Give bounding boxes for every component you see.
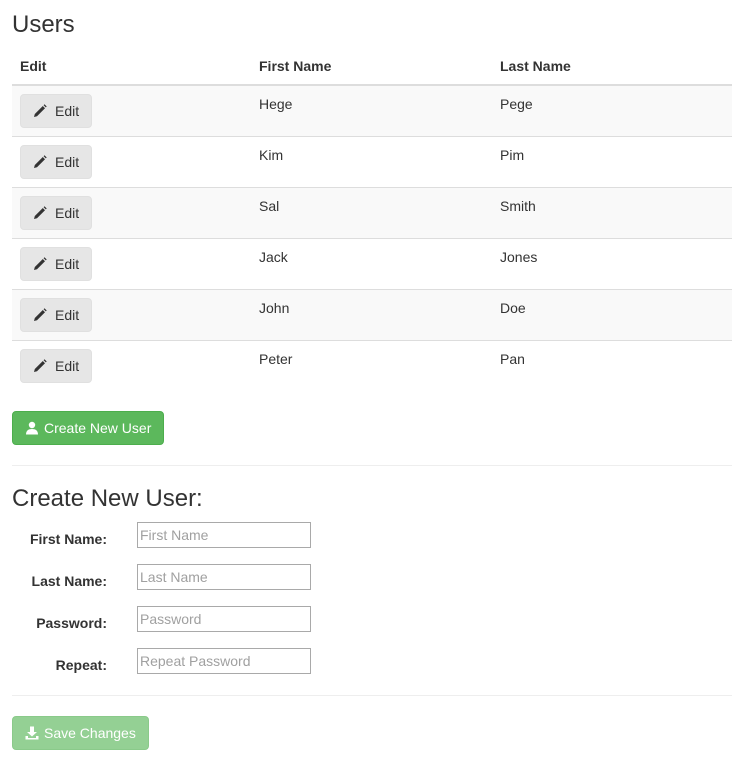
column-header-last-name: Last Name xyxy=(492,47,732,86)
last-name-cell: Pim xyxy=(492,135,732,187)
page-title: Users xyxy=(12,11,75,38)
repeat-password-label: Repeat: xyxy=(55,657,107,673)
table-row: Edit Sal Smith xyxy=(12,186,732,238)
pencil-icon xyxy=(34,307,47,321)
edit-cell: Edit xyxy=(12,288,251,340)
save-changes-label: Save Changes xyxy=(44,725,136,741)
first-name-label: First Name: xyxy=(29,531,107,547)
edit-button[interactable]: Edit xyxy=(20,297,93,332)
first-name-cell: Peter xyxy=(251,339,492,391)
column-header-edit: Edit xyxy=(12,47,251,86)
last-name-input[interactable] xyxy=(137,564,311,590)
last-name-cell: Doe xyxy=(492,288,732,340)
edit-button[interactable]: Edit xyxy=(20,246,93,281)
pencil-icon xyxy=(34,104,47,117)
last-name-label: Last Name: xyxy=(31,573,107,589)
repeat-password-row: Repeat: xyxy=(12,648,332,674)
first-name-cell: Kim xyxy=(251,135,492,187)
first-name-row: First Name: xyxy=(12,522,332,548)
table-header-row: Edit First Name Last Name xyxy=(12,47,732,86)
edit-cell: Edit xyxy=(12,135,251,187)
user-icon xyxy=(26,421,38,435)
table-row: Edit Hege Pege xyxy=(12,85,732,136)
create-new-user-button[interactable]: Create New User xyxy=(12,411,165,445)
users-table: Edit First Name Last Name Edit Hege Pege xyxy=(12,47,732,391)
first-name-cell: Jack xyxy=(251,237,492,289)
save-changes-button[interactable]: Save Changes xyxy=(12,716,149,750)
edit-button-label: Edit xyxy=(55,103,80,119)
edit-button-label: Edit xyxy=(55,153,80,170)
password-input[interactable] xyxy=(137,606,311,632)
table-row: Edit John Doe xyxy=(12,288,732,340)
last-name-cell: Smith xyxy=(492,186,732,238)
table-row: Edit Jack Jones xyxy=(12,237,732,289)
download-icon xyxy=(25,726,39,740)
pencil-icon xyxy=(34,154,47,168)
edit-button-label: Edit xyxy=(55,204,80,221)
create-new-user-label: Create New User xyxy=(44,420,152,436)
divider xyxy=(12,695,732,696)
edit-cell: Edit xyxy=(12,339,251,391)
edit-button[interactable]: Edit xyxy=(20,94,93,128)
edit-cell: Edit xyxy=(12,186,251,238)
edit-button[interactable]: Edit xyxy=(20,348,93,383)
first-name-cell: Hege xyxy=(251,85,492,136)
last-name-row: Last Name: xyxy=(12,564,332,590)
column-header-first-name: First Name xyxy=(251,47,492,86)
last-name-cell: Pege xyxy=(492,85,732,136)
first-name-input[interactable] xyxy=(137,522,311,548)
first-name-cell: Sal xyxy=(251,186,492,238)
password-row: Password: xyxy=(12,606,332,632)
form-title: Create New User: xyxy=(12,485,203,512)
divider xyxy=(12,465,732,466)
edit-button[interactable]: Edit xyxy=(20,144,93,179)
edit-button[interactable]: Edit xyxy=(20,195,93,230)
last-name-cell: Jones xyxy=(492,237,732,289)
pencil-icon xyxy=(34,256,47,270)
last-name-cell: Pan xyxy=(492,339,732,391)
edit-cell: Edit xyxy=(12,85,251,136)
edit-cell: Edit xyxy=(12,237,251,289)
password-label: Password: xyxy=(36,615,107,631)
users-page: Users Edit First Name Last Name Edit Heg… xyxy=(0,0,745,770)
edit-button-label: Edit xyxy=(55,357,80,374)
table-row: Edit Peter Pan xyxy=(12,339,732,391)
pencil-icon xyxy=(34,358,47,372)
edit-button-label: Edit xyxy=(55,255,80,272)
edit-button-label: Edit xyxy=(55,306,80,323)
pencil-icon xyxy=(34,205,47,219)
table-row: Edit Kim Pim xyxy=(12,135,732,187)
repeat-password-input[interactable] xyxy=(137,648,311,674)
first-name-cell: John xyxy=(251,288,492,340)
